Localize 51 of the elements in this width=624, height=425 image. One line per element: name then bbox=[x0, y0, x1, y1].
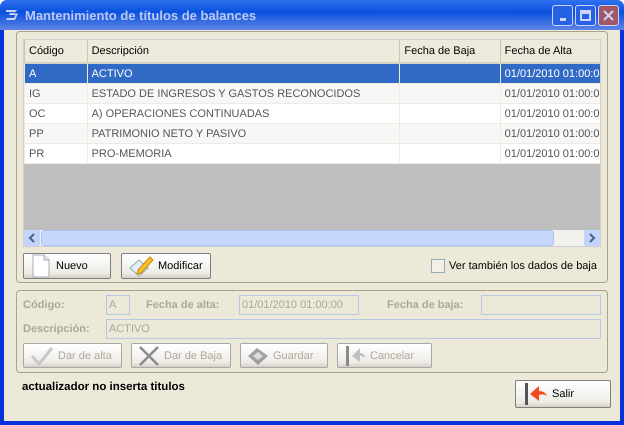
close-button[interactable] bbox=[598, 4, 619, 26]
table-row[interactable]: PR PRO-MEMORIA 01/01/2010 01:00:0 bbox=[24, 144, 600, 164]
table-cell: PRO-MEMORIA bbox=[86, 144, 400, 163]
table-cell: ESTADO DE INGRESOS Y GASTOS RECONOCIDOS bbox=[86, 84, 400, 103]
table-cell: IG bbox=[24, 84, 87, 103]
close-icon bbox=[603, 10, 614, 20]
field-label: Descripción: bbox=[23, 322, 91, 334]
edit-button[interactable]: Modificar bbox=[121, 253, 211, 279]
table-cell: 01/01/2010 01:00:0 bbox=[500, 124, 600, 143]
table-cell: A) OPERACIONES CONTINUADAS bbox=[86, 104, 400, 123]
table-row[interactable]: IG ESTADO DE INGRESOS Y GASTOS RECONOCIDOS 01/01/2010 01:00:0 bbox=[24, 84, 600, 104]
cross-icon bbox=[138, 344, 160, 366]
back-arrow-icon bbox=[344, 344, 366, 366]
column-header[interactable]: Fecha de Baja bbox=[399, 40, 500, 62]
field-label: Fecha de alta: bbox=[146, 298, 220, 310]
pencil-icon bbox=[128, 254, 154, 278]
scroll-left-icon[interactable] bbox=[24, 230, 40, 246]
scroll-right-icon[interactable] bbox=[584, 230, 600, 246]
app-logo-icon bbox=[5, 9, 19, 21]
table-cell: 01/01/2010 01:00:0 bbox=[500, 84, 600, 103]
table-row[interactable]: PP PATRIMONIO NETO Y PASIVO 01/01/2010 01:00:0 bbox=[24, 124, 600, 144]
exit-button[interactable]: Salir bbox=[515, 380, 611, 408]
table-cell: A bbox=[24, 64, 87, 83]
field-label: Fecha de baja: bbox=[387, 298, 464, 310]
table-cell: ACTIVO bbox=[86, 64, 400, 83]
table-row[interactable]: OC A) OPERACIONES CONTINUADAS 01/01/2010 01:00:0 bbox=[24, 104, 600, 124]
table-cell: 01/01/2010 01:00:0 bbox=[500, 144, 600, 163]
table-cell: PP bbox=[24, 124, 87, 143]
field-label: Código: bbox=[23, 298, 66, 310]
table-row[interactable]: A ACTIVO 01/01/2010 01:00:0 bbox=[24, 64, 600, 84]
exit-arrow-icon bbox=[522, 382, 548, 406]
table-cell: OC bbox=[24, 104, 87, 123]
maximize-button[interactable] bbox=[575, 4, 596, 26]
column-header[interactable]: Fecha de Alta bbox=[500, 40, 600, 62]
minimize-icon bbox=[560, 18, 566, 20]
table-cell: PR bbox=[24, 144, 87, 163]
column-header[interactable]: Código bbox=[24, 40, 87, 62]
checkmark-icon bbox=[30, 346, 54, 366]
window-title: Mantenimiento de títulos de balances bbox=[25, 8, 258, 22]
diamond-icon bbox=[247, 346, 269, 366]
table-cell: 01/01/2010 01:00:0 bbox=[500, 64, 600, 83]
new-button[interactable]: Nuevo bbox=[23, 253, 111, 279]
document-icon bbox=[30, 254, 52, 278]
maximize-icon bbox=[580, 10, 591, 20]
minimize-button[interactable] bbox=[552, 4, 573, 26]
checkbox[interactable] bbox=[431, 259, 445, 273]
column-header[interactable]: Descripción bbox=[86, 40, 400, 62]
checkbox-label: Ver también los dados de baja bbox=[449, 260, 597, 272]
status-message: actualizador no inserta titulos bbox=[22, 381, 185, 393]
table-cell: 01/01/2010 01:00:0 bbox=[500, 104, 600, 123]
table-cell: PATRIMONIO NETO Y PASIVO bbox=[86, 124, 400, 143]
